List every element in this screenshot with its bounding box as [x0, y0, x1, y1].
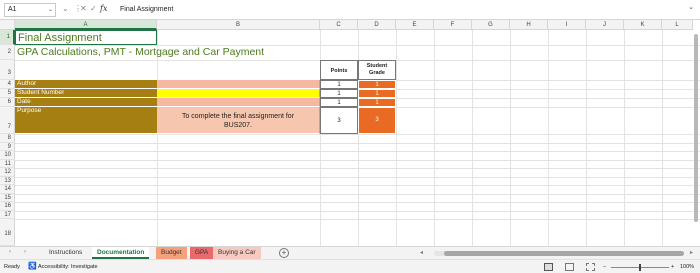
- zoom-slider-thumb[interactable]: [639, 264, 641, 271]
- row-header-16[interactable]: 16: [0, 202, 15, 211]
- purpose-label-cell[interactable]: Purpose: [15, 107, 157, 134]
- purpose-points-cell[interactable]: 3: [320, 107, 358, 134]
- expand-formula-bar-icon[interactable]: ⌄: [688, 3, 694, 11]
- vertical-scroll-thumb[interactable]: [694, 34, 698, 222]
- cancel-icon[interactable]: ✕: [80, 4, 87, 14]
- author-points-cell[interactable]: 1: [320, 80, 358, 89]
- student-number-points-cell[interactable]: 1: [320, 89, 358, 98]
- sheet-tab-buying-a-car[interactable]: Buying a Car: [213, 247, 261, 259]
- zoom-out-icon[interactable]: −: [603, 260, 606, 273]
- row-header-14[interactable]: 14: [0, 185, 15, 194]
- zoom-in-icon[interactable]: +: [671, 260, 674, 273]
- points-header-cell[interactable]: Points: [320, 60, 358, 80]
- row-header-12[interactable]: 12: [0, 168, 15, 177]
- normal-view-icon[interactable]: [544, 263, 553, 271]
- row-header-15[interactable]: 15: [0, 193, 15, 202]
- column-header-h[interactable]: H: [510, 20, 548, 30]
- row-header-2[interactable]: 2: [0, 45, 15, 60]
- row-header-11[interactable]: 11: [0, 159, 15, 168]
- zoom-level[interactable]: 100%: [680, 260, 694, 273]
- name-box-value: A1: [8, 6, 17, 13]
- status-ready: Ready: [4, 264, 20, 270]
- vertical-scrollbar[interactable]: [693, 30, 699, 245]
- formula-input[interactable]: Final Assignment: [116, 3, 676, 17]
- column-header-g[interactable]: G: [472, 20, 510, 30]
- scroll-tabs-right-icon[interactable]: ›: [24, 249, 26, 255]
- date-grade-cell[interactable]: 1: [358, 98, 396, 107]
- student-number-label-cell[interactable]: Student Number: [15, 89, 157, 98]
- author-label-cell[interactable]: Author: [15, 80, 157, 89]
- author-grade-cell[interactable]: 1: [358, 80, 396, 89]
- accessibility-icon[interactable]: ♿: [28, 260, 37, 273]
- page-break-view-icon[interactable]: [586, 263, 595, 271]
- subtitle-cell[interactable]: GPA Calculations, PMT - Mortgage and Car…: [15, 45, 335, 60]
- row-header-18[interactable]: 18: [0, 219, 15, 246]
- status-accessibility[interactable]: Accessibility: Investigate: [38, 260, 98, 273]
- title-cell[interactable]: Final Assignment: [15, 30, 157, 45]
- column-header-b[interactable]: B: [157, 20, 320, 30]
- column-header-l[interactable]: L: [662, 20, 693, 30]
- date-points-cell[interactable]: 1: [320, 98, 358, 107]
- row-header-8[interactable]: 8: [0, 134, 15, 143]
- row-header-4[interactable]: 4: [0, 80, 15, 89]
- column-header-f[interactable]: F: [434, 20, 472, 30]
- worksheet-grid[interactable]: A B C D E F G H I J K L 1 2 3 4 5 6 7 8 …: [0, 20, 700, 246]
- insert-function-icon[interactable]: fx: [100, 4, 107, 13]
- sheet-tab-budget[interactable]: Budget: [156, 247, 187, 259]
- column-header-c[interactable]: C: [320, 20, 358, 30]
- row-header-3[interactable]: 3: [0, 60, 15, 80]
- scroll-right-icon[interactable]: ▸: [690, 249, 693, 256]
- chevron-down-icon[interactable]: ⌄: [48, 4, 53, 16]
- chevron-down-icon[interactable]: ⌄: [62, 4, 69, 14]
- purpose-grade-cell[interactable]: 3: [358, 107, 396, 134]
- row-header-6[interactable]: 6: [0, 98, 15, 107]
- sheet-tab-documentation[interactable]: Documentation: [92, 247, 150, 259]
- scroll-tabs-left-icon[interactable]: ‹: [9, 249, 11, 255]
- column-header-d[interactable]: D: [358, 20, 396, 30]
- name-box[interactable]: A1 ⌄: [4, 3, 56, 17]
- row-header-1[interactable]: 1: [0, 30, 15, 45]
- row-header-5[interactable]: 5: [0, 89, 15, 98]
- purpose-value-cell[interactable]: To complete the final assignment for BUS…: [157, 107, 320, 134]
- formula-bar: A1 ⌄ ⌄ ⋮ ✕ ✓ fx Final Assignment ⌄: [0, 0, 700, 20]
- enter-check-icon[interactable]: ✓: [90, 4, 97, 14]
- student-number-grade-cell[interactable]: 1: [358, 89, 396, 98]
- column-header-i[interactable]: I: [548, 20, 586, 30]
- horizontal-scrollbar[interactable]: [424, 251, 694, 256]
- add-sheet-icon[interactable]: +: [279, 248, 289, 258]
- row-header-9[interactable]: 9: [0, 142, 15, 151]
- horizontal-scroll-track[interactable]: [434, 251, 684, 256]
- scroll-left-icon[interactable]: ◂: [420, 249, 423, 256]
- student-number-value-cell[interactable]: [157, 89, 320, 98]
- sheet-tab-instructions[interactable]: Instructions: [44, 247, 87, 259]
- row-header-7[interactable]: 7: [0, 107, 15, 134]
- status-bar: Ready ♿ Accessibility: Investigate − + 1…: [0, 259, 700, 273]
- column-header-a[interactable]: A: [15, 20, 157, 30]
- sheet-tabs-bar: ‹ › Instructions Documentation Budget GP…: [0, 246, 700, 259]
- horizontal-scroll-thumb[interactable]: [444, 251, 684, 256]
- row-header-17[interactable]: 17: [0, 210, 15, 219]
- date-label-cell[interactable]: Date: [15, 98, 157, 107]
- column-header-j[interactable]: J: [586, 20, 624, 30]
- page-layout-view-icon[interactable]: [565, 263, 574, 271]
- grade-header-cell[interactable]: Student Grade: [358, 60, 396, 80]
- row-header-13[interactable]: 13: [0, 176, 15, 185]
- author-value-cell[interactable]: [157, 80, 320, 89]
- select-all-corner[interactable]: [0, 20, 15, 30]
- date-value-cell[interactable]: [157, 98, 320, 107]
- sheet-tab-gpa[interactable]: GPA: [190, 247, 214, 259]
- column-header-e[interactable]: E: [396, 20, 434, 30]
- row-header-10[interactable]: 10: [0, 151, 15, 160]
- column-header-k[interactable]: K: [624, 20, 662, 30]
